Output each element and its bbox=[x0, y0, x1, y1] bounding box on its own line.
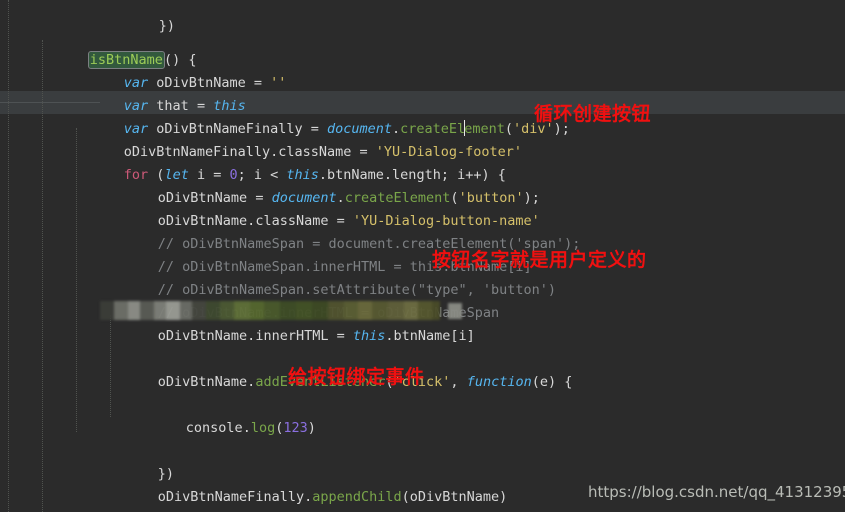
keyword-this: this bbox=[352, 328, 386, 344]
annotation-button-name-user-defined: 按钮名字就是用户定义的 bbox=[432, 249, 647, 271]
code-line-7[interactable]: oDivBtnName = document.createElement('bu… bbox=[109, 164, 540, 206]
code-token: oDivBtnName.innerHTML = bbox=[157, 328, 353, 344]
method-log: log bbox=[250, 420, 276, 436]
keyword-function: function bbox=[466, 374, 532, 390]
identifier-console: console bbox=[185, 420, 243, 436]
method-appendchild: appendChild bbox=[312, 489, 402, 505]
code-line-1[interactable]: isBtnName() { bbox=[40, 26, 196, 69]
code-line-19[interactable]: }) bbox=[109, 440, 174, 482]
code-line-20[interactable]: oDivBtnNameFinally.appendChild(oDivBtnNa… bbox=[109, 463, 508, 505]
code-line-12[interactable]: // oDivBtnName.innerHTML = oDivBtnNameSp… bbox=[109, 279, 499, 321]
watermark-url: https://blog.csdn.net/qq_41312395 bbox=[588, 483, 845, 501]
code-line-2[interactable]: var oDivBtnName = '' bbox=[75, 49, 287, 91]
code-line-5[interactable]: oDivBtnNameFinally.className = 'YU-Dialo… bbox=[75, 118, 522, 160]
string-literal: '' bbox=[270, 75, 287, 91]
code-token: , bbox=[450, 374, 467, 390]
code-token: oDivBtnNameFinally. bbox=[157, 489, 313, 505]
code-token: .btnName[i] bbox=[385, 328, 475, 344]
code-line-0[interactable]: }) bbox=[110, 0, 175, 34]
code-line-4[interactable]: var oDivBtnNameFinally = document.create… bbox=[75, 95, 570, 137]
code-line-3[interactable]: var that = this bbox=[75, 72, 246, 114]
code-line-6[interactable]: for (let i = 0; i < this.btnName.length;… bbox=[75, 141, 506, 183]
code-line-9[interactable]: // oDivBtnNameSpan = document.createElem… bbox=[109, 210, 581, 252]
censored-region bbox=[100, 301, 462, 320]
code-token: . bbox=[242, 420, 251, 436]
number-literal: 123 bbox=[283, 420, 308, 436]
code-line-8[interactable]: oDivBtnName.className = 'YU-Dialog-butto… bbox=[109, 187, 540, 229]
annotation-loop-create-button: 循环创建按钮 bbox=[534, 103, 652, 125]
code-token: (oDivBtnName) bbox=[401, 489, 508, 505]
annotation-bind-event: 给按钮绑定事件 bbox=[288, 366, 425, 388]
code-editor-screenshot: }) isBtnName() { var oDivBtnName = '' va… bbox=[0, 0, 845, 512]
code-line-21[interactable]: } bbox=[75, 486, 132, 509]
code-token: ) bbox=[307, 420, 316, 436]
code-text-layer[interactable]: }) isBtnName() { var oDivBtnName = '' va… bbox=[0, 0, 580, 512]
censored-tail bbox=[448, 303, 462, 319]
code-token: (e) { bbox=[531, 374, 573, 390]
code-token: oDivBtnName. bbox=[157, 374, 256, 390]
code-line-17[interactable]: console.log(123) bbox=[137, 394, 316, 436]
